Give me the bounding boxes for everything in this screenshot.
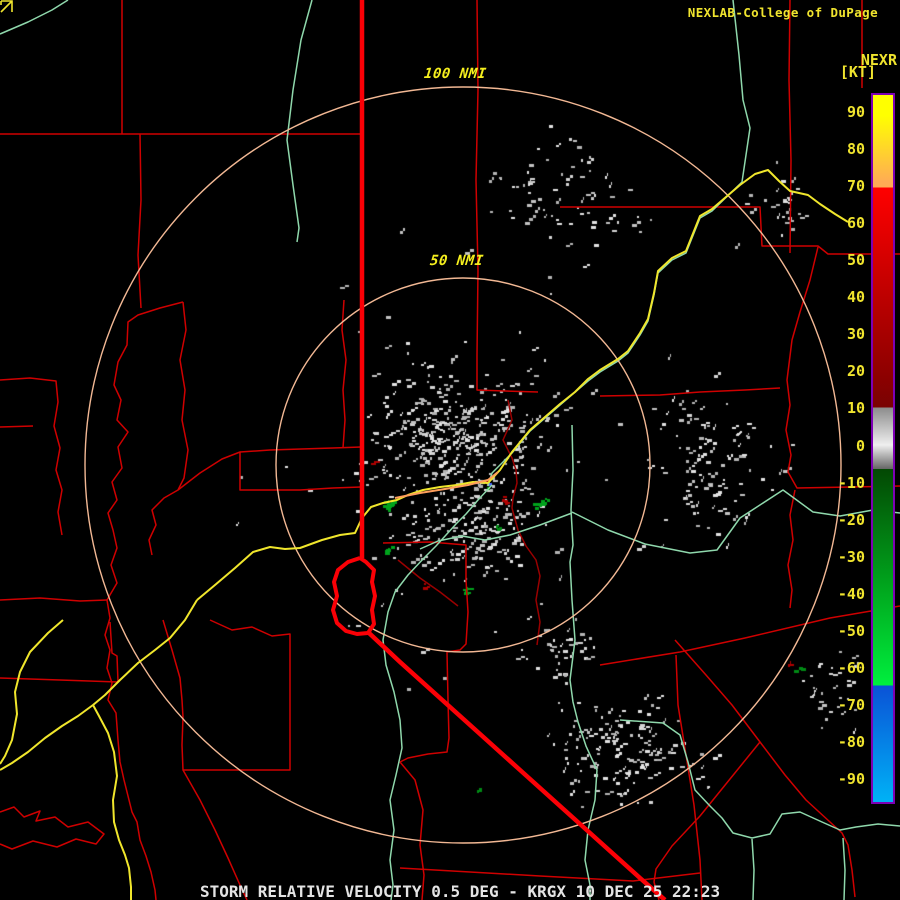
county-boundary: [502, 399, 541, 646]
county-boundary: [674, 639, 856, 898]
colorbar-tick--20: -20: [837, 510, 865, 529]
velocity-colorbar: [871, 93, 895, 804]
range-ring: [275, 277, 651, 653]
county-boundary: [399, 761, 425, 900]
county-boundary: [397, 559, 459, 607]
colorbar-tick-50: 50: [846, 251, 865, 270]
units-label: [KT]: [839, 63, 876, 81]
county-boundary: [239, 447, 334, 453]
county-boundary: [332, 486, 362, 489]
cod-logo-icon: [0, 0, 13, 13]
colorbar-tick--40: -40: [837, 584, 865, 603]
colorbar-tick-0: 0: [855, 436, 865, 455]
highway-line: [0, 599, 198, 771]
lake-tahoe-outline: [331, 556, 377, 636]
county-boundary: [104, 301, 184, 900]
colorbar-tick--10: -10: [837, 473, 865, 492]
river-line: [751, 838, 755, 900]
county-boundary: [788, 0, 792, 254]
highway-line: [92, 704, 132, 900]
county-boundary: [0, 377, 63, 536]
county-boundary: [787, 489, 796, 609]
county-boundary: [675, 654, 703, 900]
colorbar-tick-60: 60: [846, 214, 865, 233]
river-line: [487, 0, 751, 487]
county-boundary: [475, 0, 539, 393]
product-caption: STORM RELATIVE VELOCITY 0.5 DEG - KRGX 1…: [200, 882, 721, 900]
colorbar-tick--90: -90: [837, 769, 865, 788]
colorbar-tick--80: -80: [837, 732, 865, 751]
range-ring-label-100nmi: 100 NMI: [423, 66, 488, 82]
county-boundary: [0, 597, 108, 602]
county-boundary: [177, 451, 334, 491]
radar-display: 90 80 70 60 50 40 30 20 10 0 -10 -20 -30 -40 -50 -60 -70…: [0, 0, 900, 900]
colorbar-tick--30: -30: [837, 547, 865, 566]
colorbar-tick-70: 70: [846, 177, 865, 196]
county-boundary: [332, 446, 362, 449]
county-boundary: [0, 425, 34, 428]
range-ring-label-50nmi: 50 NMI: [429, 253, 485, 269]
colorbar-tick--60: -60: [837, 658, 865, 677]
highway-line: [196, 481, 489, 601]
county-boundary: [162, 619, 291, 771]
colorbar-tick--70: -70: [837, 695, 865, 714]
highway-line: [0, 619, 64, 765]
county-boundary: [0, 806, 105, 850]
highway-line: [487, 169, 849, 484]
map-overlay-layer: [0, 0, 900, 900]
county-boundary: [182, 769, 248, 900]
county-boundary: [0, 621, 119, 683]
range-ring: [84, 86, 842, 844]
page-title: NEXLAB-College of DuPage: [687, 5, 878, 20]
colorbar-tick-40: 40: [846, 288, 865, 307]
colorbar-tick-20: 20: [846, 362, 865, 381]
county-boundary: [137, 133, 142, 309]
colorbar-tick-30: 30: [846, 325, 865, 344]
colorbar-tick-10: 10: [846, 399, 865, 418]
county-boundary: [599, 387, 781, 397]
river-line: [842, 837, 846, 900]
colorbar-tick-90: 90: [846, 103, 865, 122]
river-line: [286, 0, 313, 243]
colorbar-tick--50: -50: [837, 621, 865, 640]
county-boundary: [148, 301, 189, 556]
state-border: [367, 631, 667, 900]
colorbar-tick-80: 80: [846, 140, 865, 159]
